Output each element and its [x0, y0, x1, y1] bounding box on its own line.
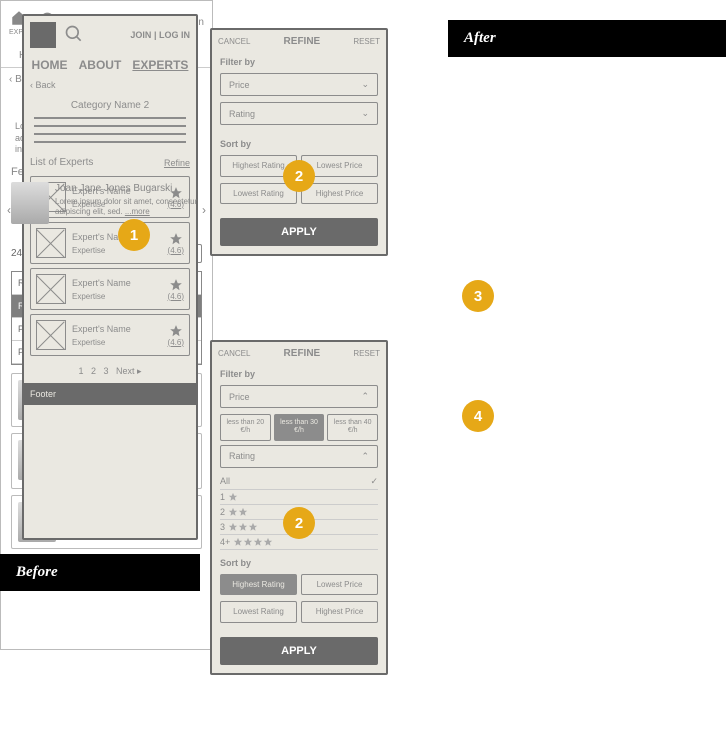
expert-card[interactable]: Expert's NameExpertise (4.6) [30, 268, 190, 310]
desc-placeholder [24, 117, 196, 143]
login-link[interactable]: LOG IN [159, 30, 190, 40]
annotation-badge-1: 1 [118, 219, 150, 251]
nav-home[interactable]: HOME [32, 58, 68, 72]
price-opt-selected[interactable]: less than 30 €/h [274, 414, 325, 441]
nav-experts[interactable]: EXPERTS [132, 58, 188, 72]
expert-card[interactable]: Expert's NameExpertise (4.6) [30, 314, 190, 356]
sort-highest-rating[interactable]: Highest Rating [220, 574, 297, 596]
annotation-badge-3: 3 [462, 280, 494, 312]
carousel-next-icon[interactable]: › [202, 203, 206, 217]
price-opt[interactable]: less than 20 €/h [220, 414, 271, 441]
featured-name: Joan Jane Jones Bugarski [55, 182, 202, 195]
filter-by-label: Filter by [220, 57, 378, 67]
sort-lowest-price[interactable]: Lowest Price [301, 574, 378, 596]
cancel-button[interactable]: CANCEL [218, 37, 250, 46]
price-dropdown[interactable]: Price⌄ [220, 73, 378, 96]
refine-link[interactable]: Refine [164, 158, 190, 168]
rating-dropdown[interactable]: Rating⌄ [220, 102, 378, 125]
before-label: Before [0, 554, 200, 591]
annotation-badge-2: 2 [283, 160, 315, 192]
rating-1[interactable]: 1 [220, 490, 378, 505]
refine-title: REFINE [284, 36, 321, 47]
check-icon: ✓ [370, 476, 378, 487]
apply-button[interactable]: APPLY [220, 637, 378, 665]
annotation-badge-4: 4 [462, 400, 494, 432]
expert-photo [11, 182, 49, 224]
nav-about[interactable]: ABOUT [79, 58, 122, 72]
back-link[interactable]: ‹ Back [24, 76, 196, 94]
expert-card[interactable]: Expert's NameExpertise (4.6) [30, 222, 190, 264]
list-header: List of Experts [30, 157, 93, 168]
after-label: After [448, 20, 726, 57]
rating-all[interactable]: All✓ [220, 474, 378, 490]
rating-dropdown-open[interactable]: Rating⌃ [220, 445, 378, 468]
page-title: Category Name 2 [24, 94, 196, 117]
reset-button[interactable]: RESET [353, 37, 380, 46]
price-dropdown-open[interactable]: Price⌃ [220, 385, 378, 408]
refine-collapsed: CANCEL REFINE RESET Filter by Price⌄ Rat… [210, 28, 388, 256]
sort-highest-price[interactable]: Highest Price [301, 183, 378, 205]
chevron-up-icon: ⌃ [361, 451, 369, 462]
join-link[interactable]: JOIN [130, 30, 151, 40]
price-opt[interactable]: less than 40 €/h [327, 414, 378, 441]
footer: Footer [24, 383, 196, 405]
chevron-down-icon: ⌄ [361, 79, 369, 90]
logo-placeholder [30, 22, 56, 48]
annotation-badge-2b: 2 [283, 507, 315, 539]
carousel-prev-icon[interactable]: ‹ [7, 203, 11, 217]
more-link[interactable]: ...more [125, 207, 150, 216]
sort-highest-price[interactable]: Highest Price [301, 601, 378, 623]
featured-card[interactable]: ‹ Joan Jane Jones Bugarski Lorem ipsum d… [11, 182, 202, 224]
pagination: 1 2 3 Next ▸ [24, 360, 196, 383]
chevron-down-icon: ⌄ [361, 108, 369, 119]
search-icon[interactable] [64, 24, 84, 47]
sort-by-label: Sort by [220, 139, 378, 149]
nav-tabs: HOME ABOUT EXPERTS [24, 54, 196, 76]
sort-lowest-rating[interactable]: Lowest Rating [220, 601, 297, 623]
cancel-button[interactable]: CANCEL [218, 349, 250, 358]
reset-button[interactable]: RESET [353, 349, 380, 358]
apply-button[interactable]: APPLY [220, 218, 378, 246]
refine-title: REFINE [284, 348, 321, 359]
before-phone-main: JOIN | LOG IN HOME ABOUT EXPERTS ‹ Back … [22, 14, 198, 540]
chevron-up-icon: ⌃ [361, 391, 369, 402]
